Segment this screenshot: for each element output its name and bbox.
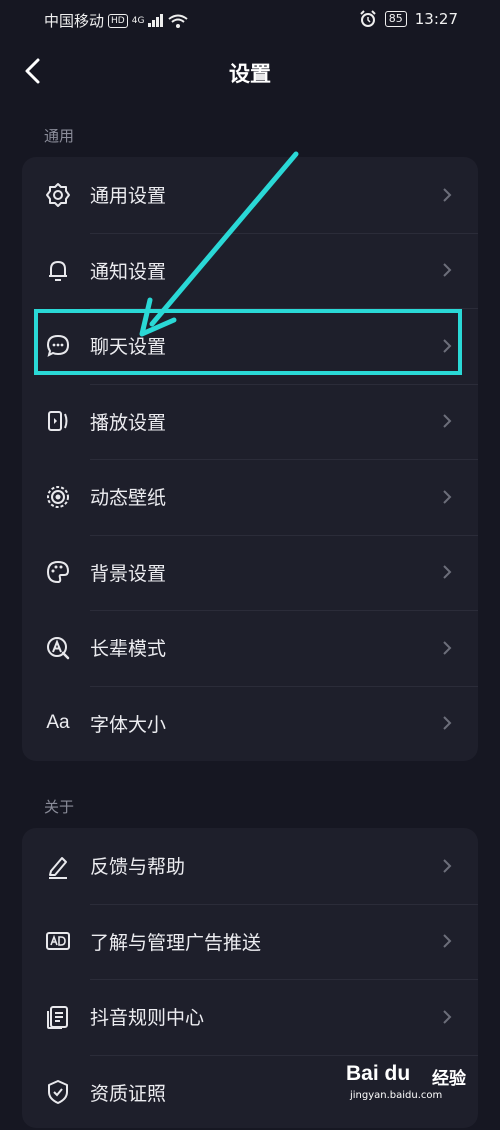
network-type: 4G <box>132 16 145 26</box>
chevron-right-icon <box>440 411 454 431</box>
chevron-right-icon <box>440 856 454 876</box>
watermark-brand: Bai du <box>346 1062 410 1086</box>
signal-icon <box>148 14 164 27</box>
settings-item-label: 播放设置 <box>90 408 166 435</box>
settings-item-label: 通知设置 <box>90 257 166 284</box>
font-size-icon: Aa <box>44 709 72 737</box>
chevron-right-icon <box>440 931 454 951</box>
settings-item-background[interactable]: 背景设置 <box>22 535 478 611</box>
alarm-icon <box>359 10 377 28</box>
font-size-glyph: Aa <box>46 712 69 734</box>
chevron-right-icon <box>440 185 454 205</box>
chevron-right-icon <box>440 1007 454 1027</box>
clock: 13:27 <box>415 10 458 28</box>
status-bar: 中国移动 HD 4G 85 13:27 <box>0 0 500 40</box>
elder-mode-icon <box>44 634 72 662</box>
settings-item-general[interactable]: 通用设置 <box>22 157 478 233</box>
annotation-highlight-box <box>34 309 462 375</box>
settings-item-ads[interactable]: 了解与管理广告推送 <box>22 904 478 980</box>
section-label-about: 关于 <box>44 796 74 817</box>
gear-icon <box>44 181 72 209</box>
chevron-right-icon <box>440 638 454 658</box>
watermark-url: jingyan.baidu.com <box>350 1090 442 1101</box>
settings-item-elder-mode[interactable]: 长辈模式 <box>22 610 478 686</box>
play-settings-icon <box>44 407 72 435</box>
general-settings-card: 通用设置 通知设置 聊天设置 播放设置 动态壁纸 背景设置 <box>22 157 478 761</box>
page-title: 设置 <box>0 58 500 88</box>
settings-item-label: 背景设置 <box>90 559 166 586</box>
navigation-bar: 设置 <box>0 46 500 100</box>
hd-badge: HD <box>108 14 128 28</box>
settings-item-label: 字体大小 <box>90 710 166 737</box>
settings-item-label: 通用设置 <box>90 181 166 208</box>
chevron-right-icon <box>440 487 454 507</box>
shield-check-icon <box>44 1078 72 1106</box>
settings-item-label: 资质证照 <box>90 1079 166 1106</box>
settings-item-label: 长辈模式 <box>90 634 166 661</box>
settings-item-label: 了解与管理广告推送 <box>90 928 261 955</box>
chevron-right-icon <box>440 260 454 280</box>
settings-item-rules-center[interactable]: 抖音规则中心 <box>22 979 478 1055</box>
settings-item-feedback[interactable]: 反馈与帮助 <box>22 828 478 904</box>
pencil-icon <box>44 852 72 880</box>
settings-item-playback[interactable]: 播放设置 <box>22 384 478 460</box>
chevron-right-icon <box>440 713 454 733</box>
settings-item-label: 动态壁纸 <box>90 483 166 510</box>
battery-level: 85 <box>385 11 407 27</box>
settings-item-notification[interactable]: 通知设置 <box>22 233 478 309</box>
chevron-right-icon <box>440 562 454 582</box>
settings-item-font-size[interactable]: Aa 字体大小 <box>22 686 478 762</box>
ad-icon <box>44 927 72 955</box>
watermark-product: 经验 <box>432 1064 466 1089</box>
settings-item-label: 反馈与帮助 <box>90 852 185 879</box>
settings-item-live-wallpaper[interactable]: 动态壁纸 <box>22 459 478 535</box>
carrier-name: 中国移动 <box>44 10 104 31</box>
baidu-jingyan-watermark: Bai du 经验 jingyan.baidu.com <box>346 1058 478 1106</box>
section-label-general: 通用 <box>44 125 74 146</box>
palette-icon <box>44 558 72 586</box>
live-wallpaper-icon <box>44 483 72 511</box>
bell-icon <box>44 256 72 284</box>
rules-document-icon <box>44 1003 72 1031</box>
settings-item-label: 抖音规则中心 <box>90 1003 204 1030</box>
wifi-icon <box>168 14 188 28</box>
